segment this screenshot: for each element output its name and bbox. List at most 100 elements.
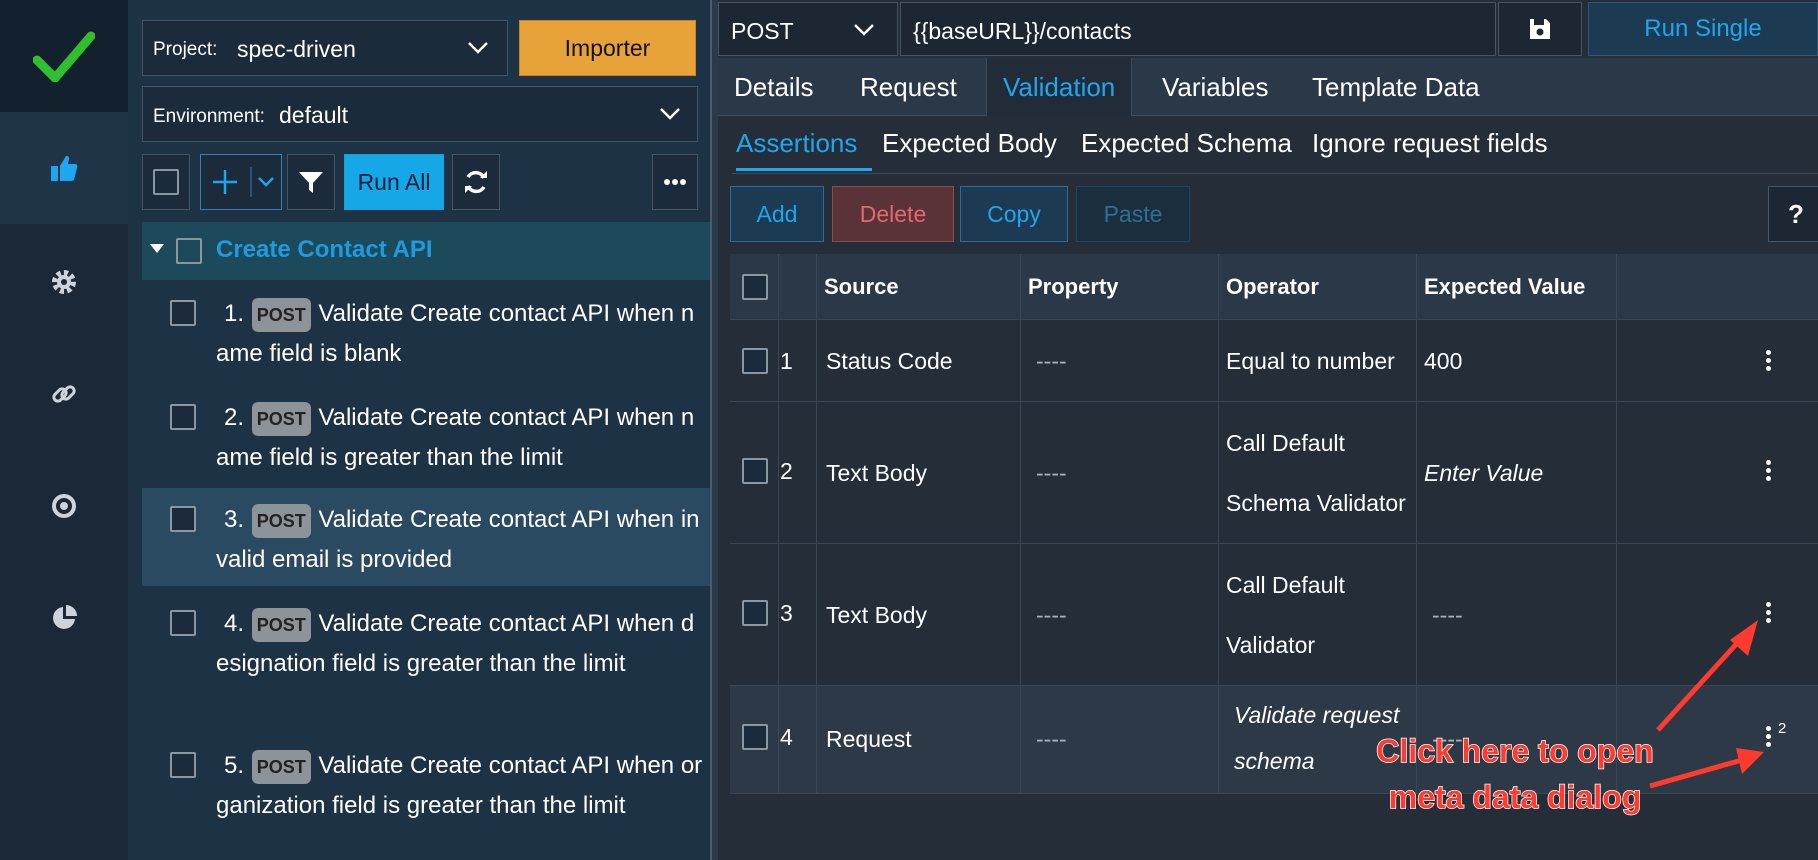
operator-cell-line2[interactable]: Validator <box>1226 632 1315 659</box>
paste-assertion-button[interactable]: Paste <box>1076 186 1190 242</box>
header-operator: Operator <box>1226 274 1319 299</box>
run-single-button[interactable]: Run Single <box>1588 2 1818 56</box>
column-divider <box>1616 254 1617 794</box>
target-icon[interactable] <box>0 488 128 524</box>
source-cell[interactable]: Status Code <box>826 348 953 375</box>
row-number: 2 <box>780 458 793 484</box>
operator-cell-line1[interactable]: Call Default <box>1226 572 1345 599</box>
method-badge: POST <box>251 503 311 538</box>
annotation-callout: Click here to open meta data dialog <box>1345 728 1685 820</box>
collapse-triangle-icon[interactable] <box>150 244 164 253</box>
tab-template-data[interactable]: Template Data <box>1312 58 1480 116</box>
more-icon <box>664 179 686 185</box>
test-item[interactable]: 4. POST Validate Create contact API when… <box>142 594 710 734</box>
test-list-panel: Project: spec-driven Importer Environmen… <box>128 0 710 860</box>
source-cell[interactable]: Request <box>826 726 912 753</box>
refresh-icon <box>465 170 487 194</box>
method-select[interactable]: POST <box>718 2 898 56</box>
column-divider <box>1020 254 1021 794</box>
row-checkbox[interactable] <box>742 348 768 374</box>
subtab-ignore-request-fields[interactable]: Ignore request fields <box>1312 128 1548 159</box>
subtab-expected-body[interactable]: Expected Body <box>882 128 1057 159</box>
expected-value-cell[interactable]: ---- <box>1432 602 1463 629</box>
property-cell[interactable]: ---- <box>1036 726 1067 753</box>
source-cell[interactable]: Text Body <box>826 460 927 487</box>
rail-item-tests[interactable] <box>0 112 128 224</box>
table-row[interactable]: 1 Status Code ---- Equal to number 400 <box>730 320 1818 402</box>
test-checkbox[interactable] <box>170 404 196 430</box>
operator-cell-line2[interactable]: Schema Validator <box>1226 490 1406 517</box>
validation-subtabs: Assertions Expected Body Expected Schema… <box>732 116 1818 174</box>
add-assertion-button[interactable]: Add <box>730 186 824 242</box>
test-group-header[interactable]: Create Contact API <box>142 222 710 280</box>
tab-validation[interactable]: Validation <box>986 58 1133 116</box>
operator-cell-line2[interactable]: schema <box>1234 748 1315 775</box>
test-checkbox[interactable] <box>170 506 196 532</box>
chevron-down-icon <box>258 177 274 187</box>
save-button[interactable] <box>1498 2 1582 56</box>
row-number: 1 <box>780 348 793 374</box>
refresh-button[interactable] <box>452 154 500 210</box>
test-number: 4. <box>224 610 245 637</box>
operator-cell[interactable]: Equal to number <box>1226 348 1395 375</box>
kebab-icon[interactable] <box>1766 350 1772 374</box>
expected-value-cell[interactable]: 400 <box>1424 348 1462 375</box>
table-row[interactable]: 3 Text Body ---- Call Default Validator … <box>730 544 1818 686</box>
kebab-icon[interactable] <box>1766 460 1772 484</box>
property-cell[interactable]: ---- <box>1036 460 1067 487</box>
property-cell[interactable]: ---- <box>1036 348 1067 375</box>
panel-resizer[interactable] <box>710 0 718 860</box>
test-item[interactable]: 2. POST Validate Create contact API when… <box>142 388 710 488</box>
environment-label: Environment: <box>153 106 265 127</box>
project-select[interactable]: Project: spec-driven <box>142 20 508 76</box>
pie-chart-icon[interactable] <box>0 600 128 636</box>
tab-variables[interactable]: Variables <box>1162 58 1268 116</box>
delete-assertion-button[interactable]: Delete <box>832 186 954 242</box>
add-button[interactable] <box>200 154 282 210</box>
kebab-icon[interactable] <box>1766 726 1772 750</box>
table-row[interactable]: 2 Text Body ---- Call Default Schema Val… <box>730 402 1818 544</box>
annotation-line2: meta data dialog <box>1388 778 1642 816</box>
operator-cell-line1[interactable]: Call Default <box>1226 430 1345 457</box>
importer-button[interactable]: Importer <box>519 20 696 76</box>
test-item[interactable]: 1. POST Validate Create contact API when… <box>142 284 710 384</box>
test-checkbox[interactable] <box>170 752 196 778</box>
subtab-expected-schema[interactable]: Expected Schema <box>1081 128 1292 159</box>
select-all-checkbox[interactable] <box>142 154 190 210</box>
meta-count-badge: 2 <box>1778 720 1787 737</box>
environment-select[interactable]: Environment: default <box>142 86 698 142</box>
source-cell[interactable]: Text Body <box>826 602 927 629</box>
expected-value-input[interactable]: Enter Value <box>1424 460 1543 487</box>
chevron-down-icon <box>468 42 488 54</box>
url-value: {{baseURL}}/contacts <box>913 18 1132 44</box>
operator-cell-line1[interactable]: Validate request <box>1234 702 1399 729</box>
row-checkbox[interactable] <box>742 724 768 750</box>
table-header: Source Property Operator Expected Value <box>730 254 1818 320</box>
run-all-button[interactable]: Run All <box>344 154 444 210</box>
url-input[interactable]: {{baseURL}}/contacts <box>900 2 1496 56</box>
test-checkbox[interactable] <box>170 300 196 326</box>
help-button[interactable]: ? <box>1768 186 1818 242</box>
app-logo <box>0 0 128 112</box>
link-icon[interactable] <box>0 376 128 412</box>
subtab-assertions[interactable]: Assertions <box>736 128 857 159</box>
row-checkbox[interactable] <box>742 458 768 484</box>
select-all-checkbox[interactable] <box>742 274 768 300</box>
row-checkbox[interactable] <box>742 600 768 626</box>
test-item-selected[interactable]: 3. POST Validate Create contact API when… <box>142 488 710 586</box>
test-number: 2. <box>224 404 245 431</box>
test-item[interactable]: 5. POST Validate Create contact API when… <box>142 736 710 860</box>
filter-icon <box>299 172 323 193</box>
copy-assertion-button[interactable]: Copy <box>960 186 1068 242</box>
thumbs-up-icon <box>0 150 128 186</box>
group-checkbox[interactable] <box>176 238 202 264</box>
property-cell[interactable]: ---- <box>1036 602 1067 629</box>
tab-details[interactable]: Details <box>734 58 813 116</box>
test-checkbox[interactable] <box>170 610 196 636</box>
filter-button[interactable] <box>287 154 335 210</box>
tab-request[interactable]: Request <box>860 58 957 116</box>
more-button[interactable] <box>652 154 698 210</box>
gear-icon[interactable] <box>0 264 128 300</box>
kebab-icon[interactable] <box>1766 602 1772 626</box>
environment-value: default <box>279 102 349 128</box>
